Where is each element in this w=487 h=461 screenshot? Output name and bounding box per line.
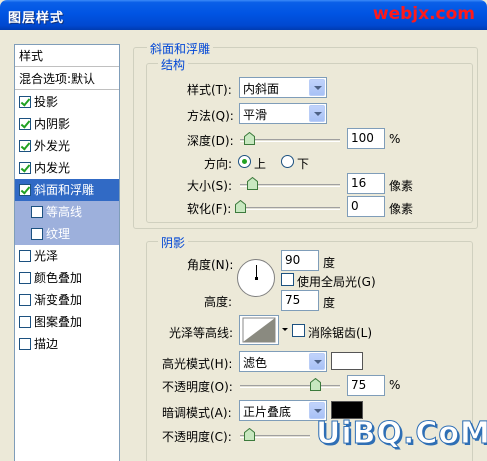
watermark-logo: UiBQ.CoM	[316, 416, 487, 452]
direction-down-radio[interactable]	[281, 155, 294, 168]
styles-header[interactable]: 样式	[15, 45, 119, 67]
angle-label: 角度(N):	[187, 258, 234, 272]
angle-center-dot	[255, 277, 258, 280]
drop-shadow-checkbox[interactable]	[19, 96, 31, 108]
style-label: 样式(T):	[187, 83, 232, 97]
highlight-color-swatch[interactable]	[331, 352, 363, 370]
soften-slider-thumb[interactable]	[235, 200, 246, 213]
direction-up-radio[interactable]	[238, 155, 251, 168]
satin-checkbox[interactable]	[19, 250, 31, 262]
direction-up-label: 上	[254, 157, 267, 171]
depth-unit: %	[389, 132, 401, 146]
anti-alias-checkbox[interactable]	[292, 324, 305, 337]
soften-input[interactable]: 0	[347, 196, 385, 217]
chevron-down-icon[interactable]	[309, 353, 325, 370]
highlight-mode-select[interactable]: 滤色	[239, 351, 327, 372]
bevel-emboss-title: 斜面和浮雕	[147, 40, 214, 57]
technique-select[interactable]: 平滑	[239, 103, 327, 124]
bevel-emboss-checkbox[interactable]	[19, 184, 31, 196]
size-label: 大小(S):	[187, 179, 233, 193]
shadow-mode-select[interactable]: 正片叠底	[239, 400, 327, 421]
angle-input[interactable]: 90	[281, 250, 319, 271]
highlight-opacity-slider-thumb[interactable]	[310, 378, 321, 391]
soften-slider[interactable]	[240, 207, 340, 210]
list-item-inner-glow[interactable]: 内发光	[15, 157, 119, 179]
list-item-bevel-emboss[interactable]: 斜面和浮雕	[15, 179, 119, 201]
highlight-opacity-unit: %	[389, 378, 401, 392]
angle-unit: 度	[323, 256, 336, 270]
color-overlay-checkbox[interactable]	[19, 272, 31, 284]
size-input[interactable]: 16	[347, 173, 385, 194]
soften-unit: 像素	[389, 202, 414, 216]
shading-title: 阴影	[158, 234, 189, 251]
list-item-drop-shadow[interactable]: 投影	[15, 91, 119, 113]
gloss-contour-picker[interactable]	[239, 315, 279, 345]
style-select[interactable]: 内斜面	[239, 77, 327, 98]
inner-glow-checkbox[interactable]	[19, 162, 31, 174]
gloss-contour-label: 光泽等高线:	[169, 326, 234, 340]
direction-label: 方向:	[204, 157, 233, 171]
direction-down-label: 下	[297, 157, 310, 171]
depth-slider[interactable]	[240, 139, 340, 142]
highlight-mode-label: 高光模式(H):	[162, 357, 233, 371]
chevron-down-icon[interactable]	[309, 105, 325, 122]
highlight-opacity-slider[interactable]	[240, 385, 340, 388]
list-item-outer-glow[interactable]: 外发光	[15, 135, 119, 157]
contour-dropdown-icon[interactable]	[280, 315, 290, 345]
list-item-satin[interactable]: 光泽	[15, 245, 119, 267]
depth-slider-thumb[interactable]	[244, 132, 255, 145]
title-bar: 图层样式 webjx.com	[0, 0, 487, 30]
technique-label: 方法(Q):	[187, 109, 234, 123]
inner-shadow-checkbox[interactable]	[19, 118, 31, 130]
altitude-label: 高度:	[204, 295, 233, 309]
chevron-down-icon[interactable]	[309, 79, 325, 96]
style-list: 样式 混合选项:默认 投影 内阴影 外发光 内发光 斜面和浮雕 等高线 纹理 光…	[14, 44, 120, 461]
list-item-contour[interactable]: 等高线	[15, 201, 119, 223]
highlight-opacity-input[interactable]: 75	[347, 375, 385, 396]
soften-label: 软化(F):	[187, 202, 232, 216]
depth-label: 深度(D):	[187, 134, 234, 148]
list-item-gradient-overlay[interactable]: 渐变叠加	[15, 289, 119, 311]
depth-input[interactable]: 100	[347, 128, 385, 149]
size-unit: 像素	[389, 179, 414, 193]
contour-checkbox[interactable]	[31, 206, 43, 218]
size-slider-thumb[interactable]	[247, 177, 259, 190]
list-item-texture[interactable]: 纹理	[15, 223, 119, 245]
window-title: 图层样式	[8, 11, 65, 26]
list-item-pattern-overlay[interactable]: 图案叠加	[15, 311, 119, 333]
altitude-unit: 度	[323, 296, 336, 310]
texture-checkbox[interactable]	[31, 228, 43, 240]
list-item-stroke[interactable]: 描边	[15, 333, 119, 355]
blend-options-item[interactable]: 混合选项:默认	[15, 68, 119, 90]
list-item-color-overlay[interactable]: 颜色叠加	[15, 267, 119, 289]
shadow-opacity-label: 不透明度(C):	[162, 430, 232, 444]
watermark-text: webjx.com	[372, 4, 475, 24]
highlight-opacity-label: 不透明度(O):	[162, 380, 233, 394]
shadow-mode-label: 暗调模式(A):	[162, 406, 232, 420]
global-light-label: 使用全局光(G)	[297, 275, 376, 289]
global-light-checkbox[interactable]	[281, 273, 294, 286]
altitude-input[interactable]: 75	[281, 290, 319, 311]
pattern-overlay-checkbox[interactable]	[19, 316, 31, 328]
anti-alias-label: 消除锯齿(L)	[308, 326, 373, 340]
contour-curve-icon	[242, 317, 276, 343]
outer-glow-checkbox[interactable]	[19, 140, 31, 152]
shadow-opacity-slider-thumb[interactable]	[244, 428, 255, 441]
list-item-inner-shadow[interactable]: 内阴影	[15, 113, 119, 135]
structure-title: 结构	[158, 56, 189, 73]
angle-dial[interactable]	[237, 259, 275, 297]
gradient-overlay-checkbox[interactable]	[19, 294, 31, 306]
stroke-checkbox[interactable]	[19, 338, 31, 350]
